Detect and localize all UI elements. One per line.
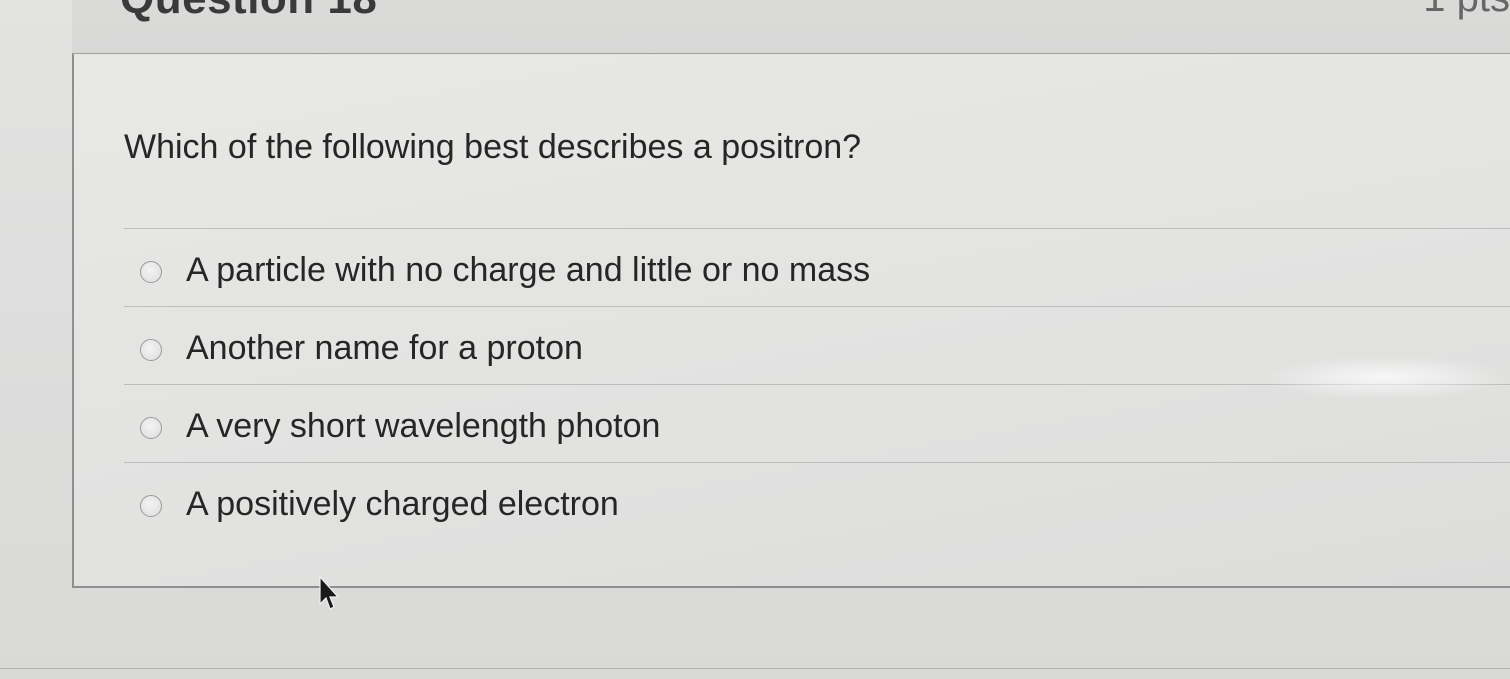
- answer-label[interactable]: Another name for a proton: [186, 329, 583, 368]
- answer-option-1[interactable]: A particle with no charge and little or …: [124, 229, 1510, 307]
- answer-label[interactable]: A particle with no charge and little or …: [186, 251, 870, 290]
- question-body: Which of the following best describes a …: [72, 54, 1510, 588]
- screen-glare: [1260, 355, 1510, 400]
- question-points: 1 pts: [1423, 0, 1510, 21]
- answer-label[interactable]: A very short wavelength photon: [186, 407, 660, 446]
- question-header: Question 18 1 pts: [72, 0, 1510, 55]
- radio-button-icon[interactable]: [140, 261, 162, 283]
- radio-button-icon[interactable]: [140, 417, 162, 439]
- question-title: Question 18: [120, 0, 377, 24]
- radio-button-icon[interactable]: [140, 495, 162, 517]
- answer-option-4[interactable]: A positively charged electron: [124, 463, 1510, 540]
- divider: [0, 668, 1510, 669]
- quiz-screen: Question 18 1 pts Which of the following…: [0, 0, 1510, 679]
- radio-button-icon[interactable]: [140, 339, 162, 361]
- mouse-pointer-icon: [319, 576, 340, 610]
- answer-label[interactable]: A positively charged electron: [186, 485, 619, 524]
- question-prompt: Which of the following best describes a …: [124, 128, 862, 166]
